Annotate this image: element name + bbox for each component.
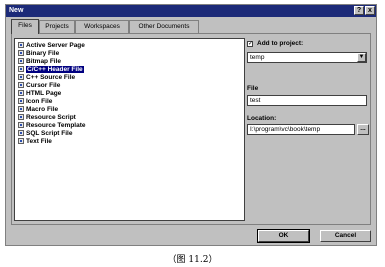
bitmap-file-icon [18,58,24,64]
help-button[interactable]: ? [354,6,364,15]
list-item-selected[interactable]: C/C++ Header File [18,66,84,74]
browse-button[interactable]: ... [357,124,369,135]
dialog-title: New [9,7,24,14]
add-to-project-checkbox[interactable]: ✓ [247,41,253,47]
list-item[interactable]: SQL Script File [18,130,72,138]
binary-file-icon [18,50,24,56]
figure-caption: （图 11.2） [167,255,218,265]
macro-file-icon [18,106,24,112]
list-item[interactable]: Resource Template [18,122,85,130]
cancel-button[interactable]: Cancel [320,230,371,242]
file-name-value: test [250,97,261,104]
cpp-source-file-icon [18,74,24,80]
asp-file-icon [18,42,24,48]
tab-workspaces[interactable]: Workspaces [75,20,129,33]
list-item[interactable]: Macro File [18,106,58,114]
cursor-file-icon [18,82,24,88]
resource-template-icon [18,122,24,128]
list-item[interactable]: Binary File [18,50,59,58]
sql-script-file-icon [18,130,24,136]
title-bar: New ? x [6,5,376,17]
file-name-label: File [247,85,259,92]
project-select[interactable]: temp [247,52,367,63]
add-to-project-label: Add to project: [257,40,304,47]
list-item[interactable]: Cursor File [18,82,60,90]
list-item[interactable]: Text File [18,138,52,146]
list-item[interactable]: Resource Script [18,114,76,122]
new-dialog: New ? x Files Projects Workspaces Other … [5,4,377,246]
ok-button[interactable]: OK [257,229,310,243]
list-item[interactable]: HTML Page [18,90,61,98]
resource-script-icon [18,114,24,120]
list-item[interactable]: C++ Source File [18,74,75,82]
icon-file-icon [18,98,24,104]
tab-files[interactable]: Files [11,19,39,34]
chevron-down-icon[interactable]: ▼ [357,53,366,62]
text-file-icon [18,138,24,144]
file-name-input[interactable]: test [247,95,367,106]
list-item[interactable]: Active Server Page [18,42,85,50]
header-file-icon [18,66,24,72]
list-item[interactable]: Bitmap File [18,58,61,66]
location-label: Location: [247,115,277,122]
file-type-list[interactable]: Active Server Page Binary File Bitmap Fi… [14,38,245,221]
tab-projects[interactable]: Projects [39,20,75,33]
project-select-value: temp [250,54,265,61]
list-item[interactable]: Icon File [18,98,52,106]
html-page-icon [18,90,24,96]
location-value: I:\program\vc\book\temp [250,126,321,133]
tab-other-documents[interactable]: Other Documents [129,20,199,33]
close-button[interactable]: x [365,6,375,15]
location-input[interactable]: I:\program\vc\book\temp [247,124,355,135]
